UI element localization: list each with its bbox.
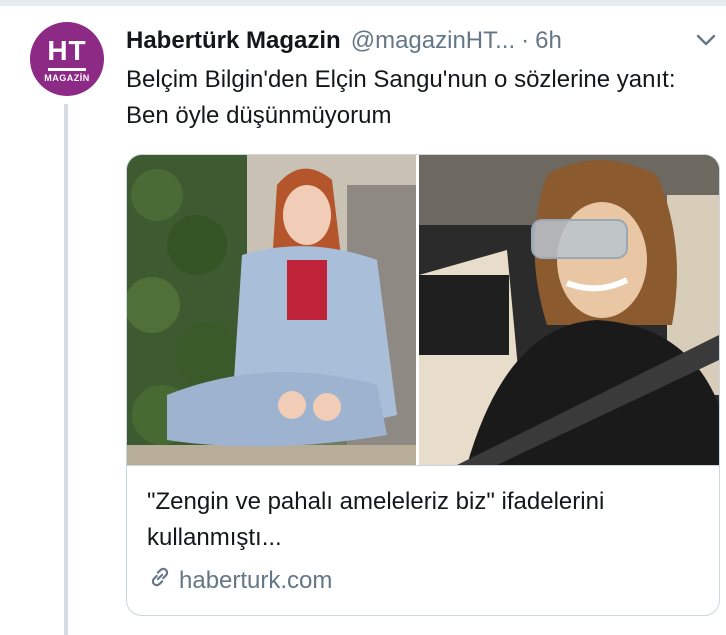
avatar-logo-subtext: MAGAZİN xyxy=(44,73,90,83)
card-description: "Zengin ve pahalı ameleleriz biz" ifadel… xyxy=(147,488,605,551)
link-card[interactable]: "Zengin ve pahalı ameleleriz biz" ifadel… xyxy=(126,154,720,616)
separator-dot: · xyxy=(521,27,530,54)
tweet-text: Belçim Bilgin'den Elçin Sangu'nun o sözl… xyxy=(126,66,676,129)
author-handle[interactable]: @magazinHT... xyxy=(351,27,515,55)
tweet-header: Habertürk Magazin @magazinHT... · 6h xyxy=(126,24,716,58)
top-divider xyxy=(0,0,726,6)
card-domain: haberturk.com xyxy=(179,566,333,594)
woman-sitting-photo xyxy=(127,155,416,465)
card-link[interactable]: haberturk.com xyxy=(147,564,332,597)
thread-line xyxy=(64,104,68,635)
chevron-down-icon[interactable] xyxy=(694,30,718,50)
link-icon xyxy=(147,564,179,597)
card-info: "Zengin ve pahalı ameleleriz biz" ifadel… xyxy=(127,465,719,615)
card-images xyxy=(127,155,719,465)
tweet-timestamp[interactable]: 6h xyxy=(535,27,562,55)
avatar-logo-text: HT xyxy=(47,35,87,66)
avatar[interactable]: HT MAGAZİN xyxy=(30,22,104,96)
woman-in-car-photo xyxy=(419,155,719,465)
author-name[interactable]: Habertürk Magazin xyxy=(126,27,341,55)
avatar-logo-bar xyxy=(48,68,86,71)
image-gap xyxy=(416,155,419,465)
